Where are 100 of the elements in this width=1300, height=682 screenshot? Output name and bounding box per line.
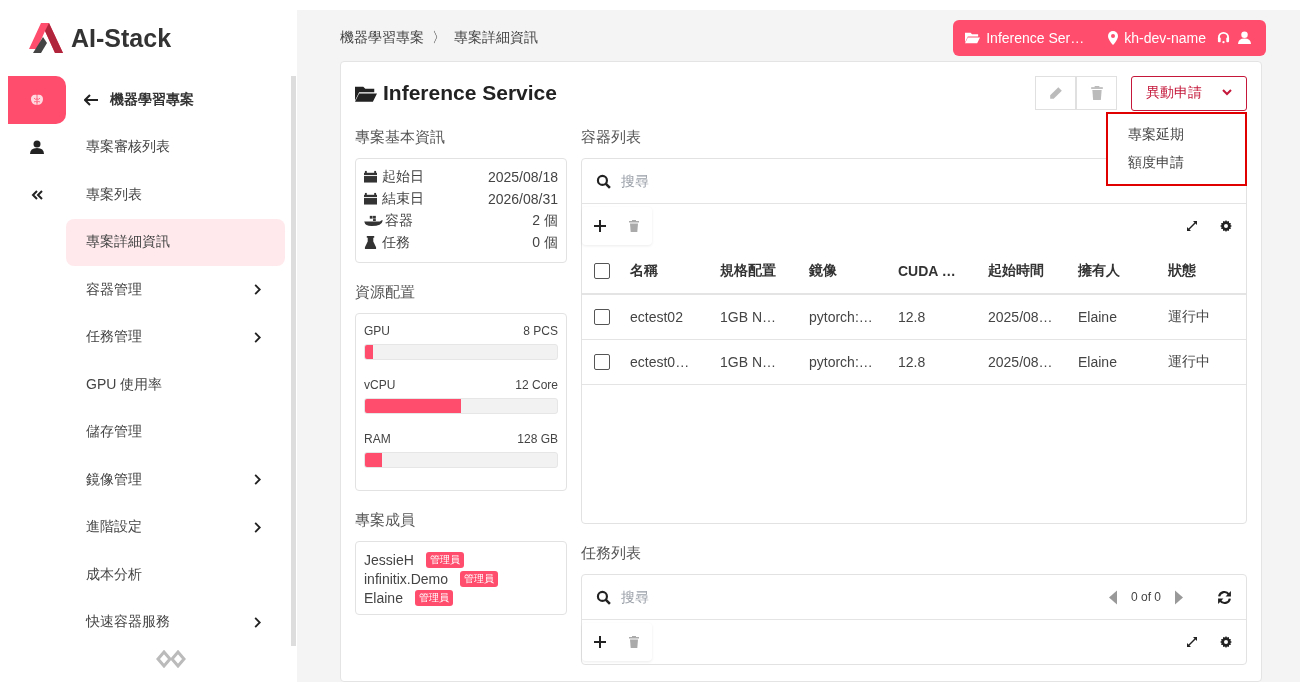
sidebar-label: 鏡像管理 <box>86 470 142 489</box>
chevron-right-icon <box>253 521 261 533</box>
table-cell-text: ectest02 <box>630 309 684 325</box>
info-label: 結束日 <box>382 189 425 208</box>
trash-icon <box>1089 86 1104 100</box>
project-title: Inference Service <box>383 81 557 105</box>
column-header[interactable]: 鏡像 <box>809 261 898 280</box>
column-header[interactable]: CUDA … <box>898 262 988 279</box>
flask-icon <box>364 236 377 249</box>
calendar-icon <box>364 192 377 205</box>
previous-page-icon[interactable] <box>1108 589 1117 605</box>
expand-icon[interactable] <box>1186 636 1198 648</box>
info-value: 0 個 <box>532 233 558 252</box>
headset-icon[interactable] <box>1216 31 1231 44</box>
table-cell-text: 2025/08… <box>988 309 1054 325</box>
sidebar-label: 專案列表 <box>86 185 142 204</box>
resource-amount: 12 Core <box>515 378 558 392</box>
info-value: 2025/08/18 <box>487 168 558 185</box>
role-tag: 管理員 <box>460 571 499 587</box>
column-header[interactable]: 擁有人 <box>1078 261 1168 280</box>
brand-icon <box>155 650 186 668</box>
table-cell-text: 12.8 <box>898 309 927 325</box>
expand-icon[interactable] <box>1186 220 1198 232</box>
page-count: 0 of 0 <box>1130 590 1161 604</box>
search-icon <box>596 173 611 189</box>
sidebar-label: 容器管理 <box>86 280 142 299</box>
sidebar-label: GPU 使用率 <box>86 375 163 394</box>
section-title: 資源配置 <box>355 283 415 302</box>
role-tag: 管理員 <box>425 552 464 568</box>
sidebar-item[interactable]: 進階設定 <box>66 503 285 551</box>
brain-icon <box>30 92 44 107</box>
table-cell-text: 12.8 <box>898 354 927 370</box>
column-header[interactable]: 規格配置 <box>720 261 809 280</box>
back-link[interactable]: 機器學習專案 <box>66 76 285 124</box>
whale-icon <box>364 214 383 227</box>
section-title: 專案成員 <box>355 511 415 530</box>
sidebar-label: 專案審核列表 <box>86 138 170 157</box>
column-header[interactable]: 狀態 <box>1168 261 1246 280</box>
logo-icon <box>27 23 63 53</box>
settings-icon[interactable] <box>1220 636 1232 648</box>
section-title: 容器列表 <box>581 128 641 147</box>
breadcrumb-item[interactable]: 機器學習專案 <box>340 28 424 47</box>
chevron-right-icon <box>253 284 261 296</box>
double-chevron-icon <box>30 187 44 202</box>
breadcrumb-item: 專案詳細資訊 <box>454 28 538 47</box>
chevron-right-icon <box>253 474 261 486</box>
column-header[interactable]: 名稱 <box>630 261 720 280</box>
info-value: 2 個 <box>532 211 558 230</box>
table-cell-text: Elaine <box>1078 309 1118 325</box>
member-name: JessieH <box>364 552 414 568</box>
user-icon[interactable] <box>1237 31 1252 44</box>
sidebar-label: 專案詳細資訊 <box>86 233 170 252</box>
refresh-icon[interactable] <box>1217 589 1232 605</box>
menu-item[interactable]: 額度申請 <box>1128 154 1245 172</box>
pencil-icon <box>1048 86 1063 100</box>
sidebar-label: 成本分析 <box>86 565 142 584</box>
table-cell-text: 1GB N… <box>720 354 777 370</box>
sidebar-item[interactable]: 任務管理 <box>66 313 285 361</box>
sidebar-item[interactable]: 儲存管理 <box>66 408 285 456</box>
chevron-right-icon <box>253 616 261 628</box>
breadcrumb-separator: 〉 <box>432 28 446 47</box>
member-name: Elaine <box>364 590 403 606</box>
sidebar-label: 儲存管理 <box>86 423 142 442</box>
row-checkbox[interactable] <box>594 309 610 325</box>
menu-item[interactable]: 專案延期 <box>1128 126 1245 144</box>
column-header[interactable]: 起始時間 <box>988 261 1078 280</box>
table-cell-text: Elaine <box>1078 354 1118 370</box>
sidebar-item[interactable]: 專案審核列表 <box>66 123 285 171</box>
table-cell-text: pytorch:… <box>809 309 874 325</box>
sidebar-item[interactable]: GPU 使用率 <box>66 361 285 409</box>
calendar-icon <box>364 170 377 183</box>
search-icon <box>596 589 611 605</box>
user-icon <box>30 140 44 155</box>
folder-icon <box>965 31 981 44</box>
sidebar-label: 進階設定 <box>86 518 142 537</box>
select-all-checkbox[interactable] <box>594 262 610 279</box>
resource-amount: 8 PCS <box>523 324 558 338</box>
sidebar-item[interactable]: 鏡像管理 <box>66 456 285 504</box>
change-request-dropdown[interactable]: 異動申請 <box>1131 75 1247 111</box>
table-cell-text: 1GB N… <box>720 309 777 325</box>
sidebar-item[interactable]: 專案列表 <box>66 171 285 219</box>
add-icon[interactable] <box>594 220 606 232</box>
sidebar-label: 任務管理 <box>86 328 142 347</box>
sidebar-item[interactable]: 成本分析 <box>66 551 285 599</box>
resource-name: vCPU <box>364 378 396 392</box>
location-pin-icon <box>1108 30 1119 45</box>
table-cell-text: ectest0… <box>630 354 691 370</box>
next-page-icon[interactable] <box>1175 589 1183 605</box>
sidebar-item[interactable]: 快速容器服務 <box>66 598 285 646</box>
row-checkbox[interactable] <box>594 354 610 370</box>
section-title: 任務列表 <box>581 544 641 563</box>
table-cell-text: 運行中 <box>1168 308 1211 326</box>
back-label: 機器學習專案 <box>110 90 194 109</box>
table-cell-text: pytorch:… <box>809 354 874 370</box>
sidebar-item[interactable]: 專案詳細資訊 <box>66 218 285 266</box>
add-icon[interactable] <box>594 636 606 648</box>
info-value: 2026/08/31 <box>487 190 558 207</box>
settings-icon[interactable] <box>1220 220 1232 232</box>
info-label: 任務 <box>382 233 411 252</box>
sidebar-item[interactable]: 容器管理 <box>66 266 285 314</box>
